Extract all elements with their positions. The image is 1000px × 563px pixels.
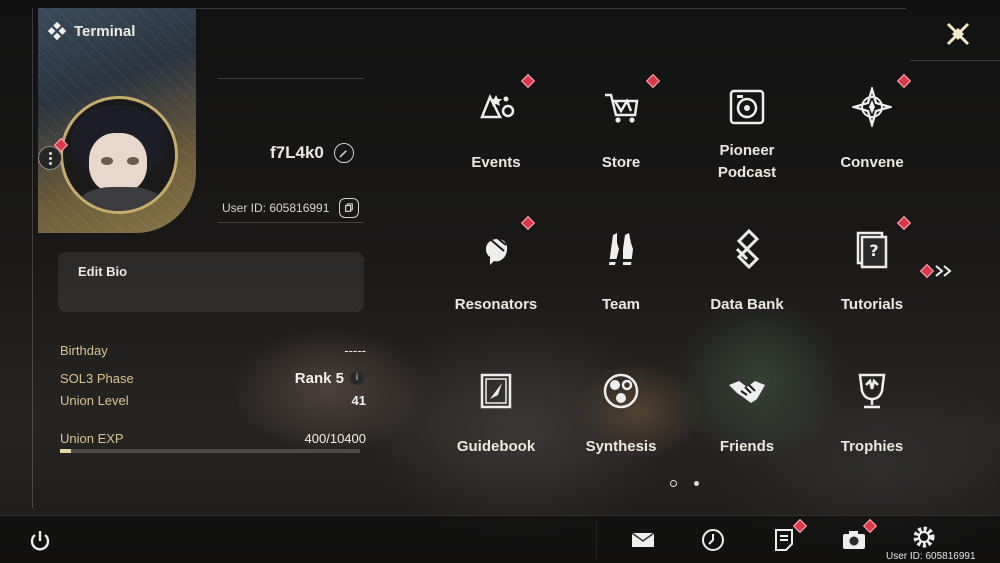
menu-tile-label: Pioneer Podcast: [717, 142, 777, 181]
edit-name-button[interactable]: [333, 143, 354, 163]
settings-button[interactable]: [909, 522, 939, 552]
notification-badge: [520, 73, 536, 89]
synthesis-icon: [598, 368, 644, 414]
menu-tile-label: Team: [601, 296, 641, 313]
copy-icon: [345, 203, 354, 212]
menu-tile-events[interactable]: Events: [441, 73, 551, 204]
union-exp-bar: [60, 449, 360, 453]
tutorials-icon: ?: [849, 226, 895, 272]
menu-tile-team[interactable]: Team: [566, 226, 676, 346]
menu-tile-trophies[interactable]: Trophies: [817, 368, 927, 488]
menu-tile-label: Trophies: [840, 438, 904, 455]
notification-badge: [896, 215, 912, 231]
notification-badge: [896, 73, 912, 89]
menu-tile-synthesis[interactable]: Synthesis: [566, 368, 676, 488]
notification-badge: [520, 215, 536, 231]
bottom-user-id: User ID: 605816991: [886, 551, 976, 562]
more-button[interactable]: [919, 263, 956, 279]
user-id: User ID: 605816991: [222, 201, 330, 215]
resonators-icon: [473, 226, 519, 272]
sol3-phase-value: Rank 5: [294, 370, 344, 387]
player-name-row: f7L4k0: [270, 143, 354, 163]
menu-tile-pioneer-podcast[interactable]: Pioneer Podcast: [692, 84, 802, 204]
trophies-icon: [849, 368, 895, 414]
info-icon[interactable]: i: [350, 371, 364, 385]
more-badge: [919, 263, 935, 279]
sol3-phase-label: SOL3 Phase: [60, 371, 134, 386]
player-name: f7L4k0: [270, 143, 324, 162]
menu-tile-label: Data Bank: [710, 296, 784, 313]
birthday-value: -----: [344, 343, 366, 358]
edit-bio-button[interactable]: Edit Bio: [58, 252, 364, 312]
power-button[interactable]: [25, 526, 55, 556]
terminal-title: Terminal: [48, 22, 135, 40]
notes-icon: [775, 529, 793, 551]
menu-tile-label: Store: [601, 154, 641, 171]
chevron-right-double-icon: [935, 265, 952, 277]
avatar[interactable]: [60, 96, 178, 214]
menu-tile-tutorials[interactable]: ? Tutorials: [817, 215, 927, 346]
menu-tile-convene[interactable]: Convene: [817, 73, 927, 204]
page-title: Terminal: [74, 22, 136, 40]
menu-tile-store[interactable]: Store: [566, 73, 676, 204]
union-exp-value: 400/10400: [304, 431, 366, 446]
close-icon: [946, 22, 970, 46]
clock-icon: [702, 529, 724, 551]
notification-badge: [645, 73, 661, 89]
menu-tile-guidebook[interactable]: Guidebook: [441, 368, 551, 488]
data-bank-icon: [724, 226, 770, 272]
camera-icon: [843, 531, 865, 549]
power-icon: [30, 531, 50, 551]
events-icon: [473, 84, 519, 130]
menu-tile-label: Convene: [840, 154, 904, 171]
clock-button[interactable]: [698, 525, 728, 555]
menu-tile-label: Guidebook: [456, 438, 536, 455]
page-indicator-1[interactable]: [670, 480, 677, 487]
mail-icon: [631, 532, 655, 547]
menu-tile-label: Synthesis: [585, 438, 657, 455]
menu-tile-resonators[interactable]: Resonators: [441, 215, 551, 346]
user-id-row: User ID: 605816991: [222, 198, 360, 218]
union-exp-fill: [60, 449, 72, 453]
menu-tile-friends[interactable]: Friends: [692, 368, 802, 488]
team-icon: [598, 226, 644, 272]
copy-uid-button[interactable]: [339, 198, 360, 218]
close-button[interactable]: [944, 20, 972, 48]
union-level-value: 41: [351, 393, 366, 408]
settings-gear-icon: [913, 526, 935, 548]
friends-icon: [724, 368, 770, 414]
convene-icon: [849, 84, 895, 130]
menu-tile-label: Events: [471, 154, 521, 171]
guidebook-icon: [473, 368, 519, 414]
notes-button[interactable]: [769, 525, 799, 555]
camera-button[interactable]: [839, 525, 869, 555]
podcast-icon: [724, 84, 770, 130]
svg-text:?: ?: [869, 241, 878, 260]
menu-tile-label: Tutorials: [840, 296, 904, 313]
edit-bio-label: Edit Bio: [78, 264, 128, 279]
pencil-icon: [339, 149, 348, 158]
menu-tile-data-bank[interactable]: Data Bank: [692, 226, 802, 346]
page-indicator-2[interactable]: [694, 481, 699, 486]
union-exp-label: Union EXP: [60, 431, 124, 446]
terminal-diamond-icon: [48, 22, 66, 40]
menu-tile-label: Resonators: [454, 296, 538, 313]
store-cart-icon: [598, 84, 644, 130]
menu-tile-label: Friends: [719, 438, 775, 455]
birthday-label: Birthday: [60, 343, 108, 358]
mail-button[interactable]: [628, 525, 658, 555]
union-level-label: Union Level: [60, 393, 129, 408]
